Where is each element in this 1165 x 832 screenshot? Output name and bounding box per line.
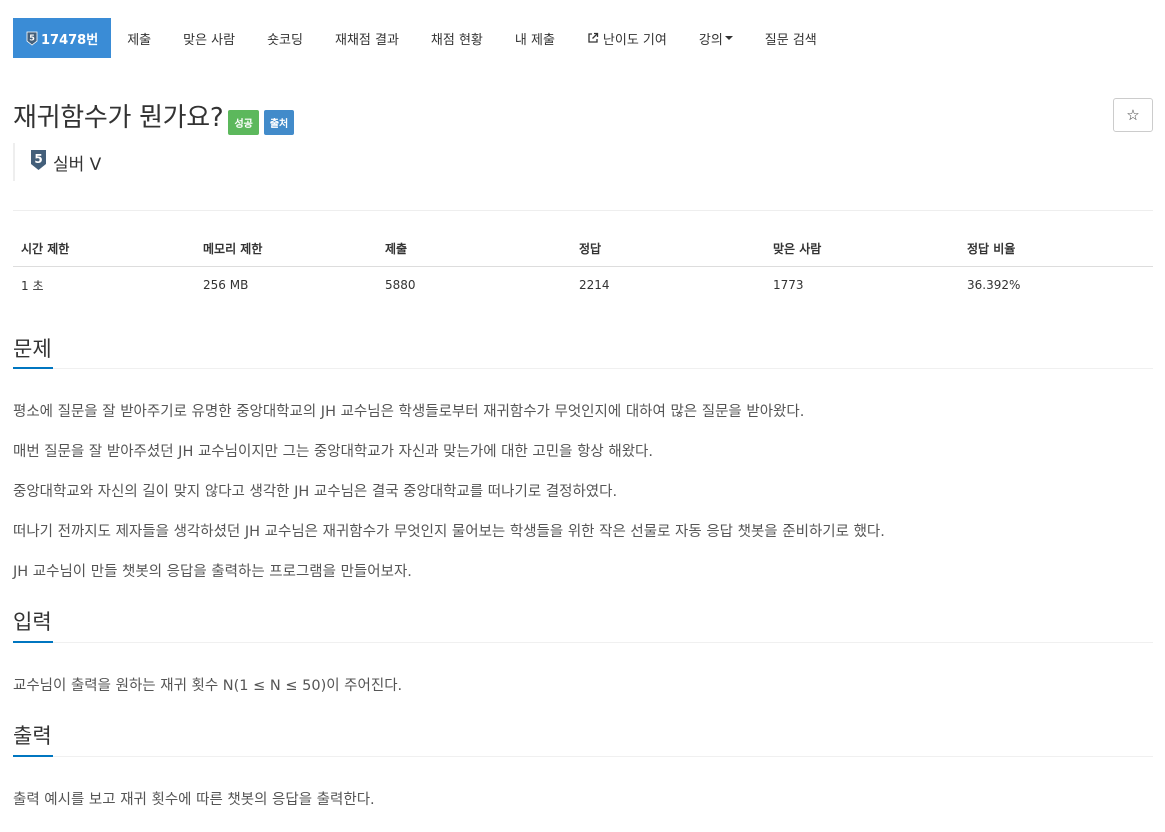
description-heading-underline (13, 367, 53, 369)
header-submissions: 제출 (377, 230, 571, 267)
tab-question-search[interactable]: 질문 검색 (749, 18, 833, 58)
header-memory-limit: 메모리 제한 (195, 230, 377, 267)
problem-info-table: 시간 제한 메모리 제한 제출 정답 맞은 사람 정답 비율 1 초 256 M… (13, 230, 1153, 304)
time-limit-value: 1 초 (21, 278, 44, 293)
description-heading: 문제 (13, 337, 52, 361)
description-paragraph: JH 교수님이 만들 챗봇의 응답을 출력하는 프로그램을 만들어보자. (13, 564, 412, 580)
header-accept-ratio: 정답 비율 (959, 230, 1153, 267)
tab-my-submissions[interactable]: 내 제출 (499, 18, 571, 58)
problem-tier: 5 실버 V (13, 143, 101, 181)
tab-status[interactable]: 채점 현황 (415, 18, 499, 58)
tab-submit[interactable]: 제출 (111, 18, 167, 58)
silver-tier-icon: 5 (30, 149, 47, 175)
table-header-row: 시간 제한 메모리 제한 제출 정답 맞은 사람 정답 비율 (13, 230, 1153, 267)
tab-accepted-users[interactable]: 맞은 사람 (167, 18, 251, 58)
description-divider (13, 368, 1153, 369)
star-outline-icon: ☆ (1126, 106, 1140, 124)
problem-nav: 5 17478번 제출 맞은 사람 숏코딩 재채점 결과 채점 현황 내 제출 … (13, 18, 833, 58)
tier-number: 5 (29, 33, 35, 42)
input-description: 교수님이 출력을 원하는 재귀 횟수 N(1 ≤ N ≤ 50)이 주어진다. (13, 678, 403, 694)
input-divider (13, 642, 1153, 643)
tier-level-number: 5 (34, 152, 42, 166)
tier-label: 실버 V (53, 154, 102, 175)
description-paragraph: 매번 질문을 잘 받아주셨던 JH 교수님이지만 그는 중앙대학교가 자신과 맞… (13, 444, 653, 460)
description-paragraph: 떠나기 전까지도 제자들을 생각하셨던 JH 교수님은 재귀함수가 무엇인지 물… (13, 524, 885, 540)
tab-rejudge-results[interactable]: 재채점 결과 (319, 18, 415, 58)
description-paragraph: 중앙대학교와 자신의 길이 맞지 않다고 생각한 JH 교수님은 결국 중앙대학… (13, 484, 618, 500)
tab-short-coding[interactable]: 숏코딩 (251, 18, 319, 58)
input-heading: 입력 (13, 610, 52, 634)
tab-problem-label: 17478번 (41, 32, 99, 48)
problem-title: 재귀함수가 뭔가요? (13, 103, 224, 133)
header-accepted-users: 맞은 사람 (765, 230, 959, 267)
output-heading: 출력 (13, 724, 52, 748)
favorite-star-button[interactable]: ☆ (1113, 98, 1153, 132)
output-description: 출력 예시를 보고 재귀 횟수에 따른 챗봇의 응답을 출력한다. (13, 792, 375, 808)
tab-lectures[interactable]: 강의 (683, 18, 749, 58)
success-label: 성공 (228, 110, 259, 135)
output-heading-underline (13, 755, 53, 757)
memory-limit-value: 256 MB (203, 278, 249, 292)
caret-down-icon (724, 36, 733, 40)
header-time-limit: 시간 제한 (13, 230, 195, 267)
tab-lectures-label: 강의 (698, 32, 723, 48)
source-label[interactable]: 출처 (263, 110, 295, 135)
header-accepted: 정답 (571, 230, 765, 267)
description-paragraph: 평소에 질문을 잘 받아주기로 유명한 중앙대학교의 JH 교수님은 학생들로부… (13, 404, 805, 420)
accept-ratio-value: 36.392% (967, 278, 1021, 292)
input-heading-underline (13, 641, 53, 643)
external-link-icon (587, 32, 599, 44)
tab-difficulty-label: 난이도 기여 (602, 32, 667, 48)
silver-tier-icon: 5 (26, 31, 38, 46)
tab-problem[interactable]: 5 17478번 (13, 18, 112, 58)
divider (13, 210, 1153, 211)
submissions-value: 5880 (385, 278, 416, 292)
output-divider (13, 756, 1153, 757)
accepted-value: 2214 (579, 278, 610, 292)
problem-title-row: 재귀함수가 뭔가요? 성공 출처 (13, 96, 295, 135)
table-row: 1 초 256 MB 5880 2214 1773 36.392% (13, 266, 1153, 304)
accepted-users-value: 1773 (773, 278, 804, 292)
tab-difficulty-contribution[interactable]: 난이도 기여 (571, 18, 683, 58)
